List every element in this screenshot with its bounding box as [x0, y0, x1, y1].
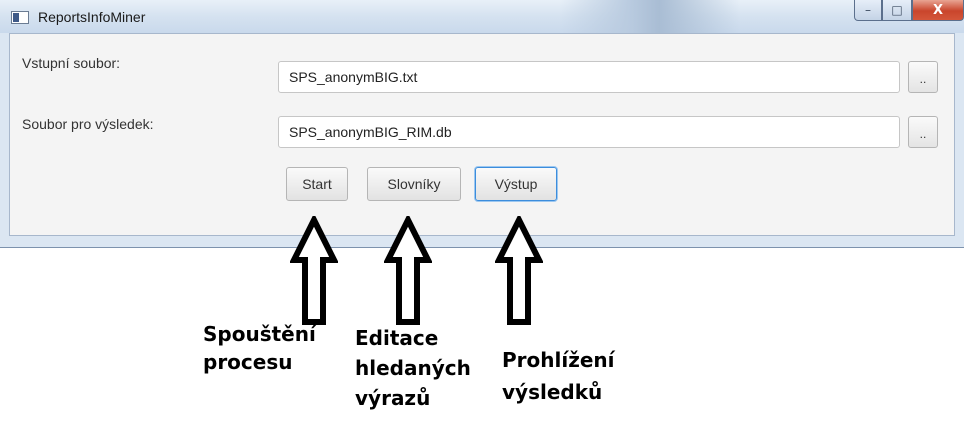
maximize-icon: □: [891, 3, 903, 17]
output-button[interactable]: Výstup: [475, 167, 557, 201]
annotation-dictionaries: Editace hledaných výrazů: [355, 326, 471, 410]
up-arrow-icon: [495, 216, 543, 325]
close-button[interactable]: X: [912, 0, 964, 21]
input-file-label: Vstupní soubor:: [22, 55, 121, 71]
close-icon: X: [932, 2, 944, 18]
app-window: ReportsInfoMiner – □ X Vstupní soubor: S…: [0, 0, 964, 248]
minimize-button[interactable]: –: [854, 0, 882, 21]
window-title: ReportsInfoMiner: [38, 9, 146, 25]
output-file-label: Soubor pro výsledek:: [22, 116, 154, 132]
title-bar[interactable]: ReportsInfoMiner – □ X: [0, 0, 964, 33]
start-button[interactable]: Start: [286, 167, 348, 201]
input-file-field[interactable]: SPS_anonymBIG.txt: [278, 61, 900, 93]
annotation-output: Prohlížení výsledků: [502, 348, 615, 404]
annotation-start: Spouštění procesu: [203, 322, 316, 374]
form-panel: Vstupní soubor: SPS_anonymBIG.txt .. Sou…: [9, 33, 955, 236]
dictionaries-button[interactable]: Slovníky: [367, 167, 461, 201]
output-file-field[interactable]: SPS_anonymBIG_RIM.db: [278, 116, 900, 148]
up-arrow-icon: [290, 216, 338, 325]
maximize-button[interactable]: □: [882, 0, 912, 21]
app-icon: [11, 11, 29, 24]
up-arrow-icon: [384, 216, 432, 325]
browse-input-button[interactable]: ..: [908, 61, 938, 93]
window-controls: – □ X: [854, 0, 964, 22]
minimize-icon: –: [865, 3, 871, 17]
browse-output-button[interactable]: ..: [908, 116, 938, 148]
